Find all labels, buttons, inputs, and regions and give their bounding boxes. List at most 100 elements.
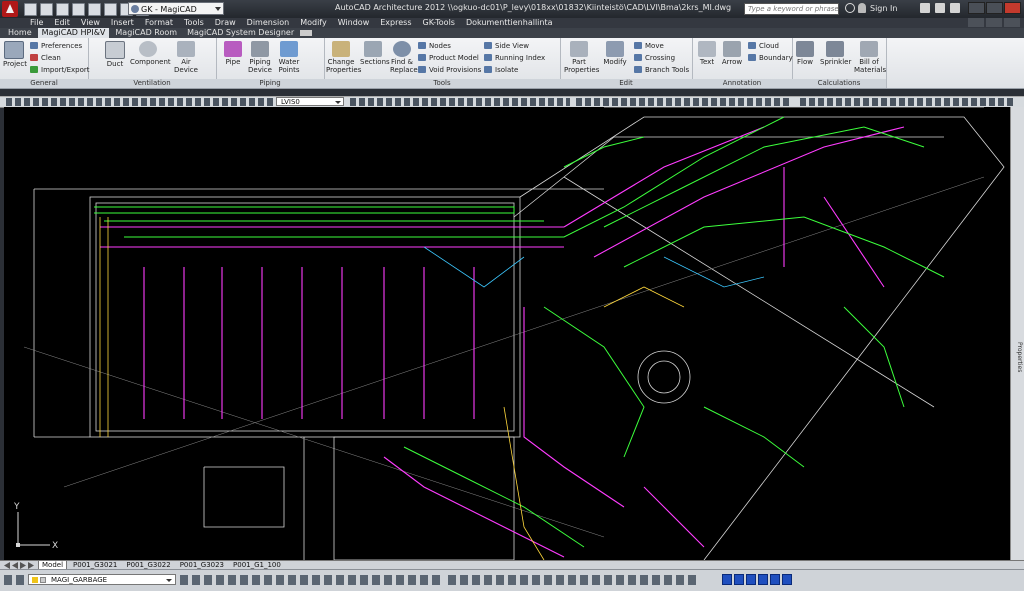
new-icon[interactable] <box>24 3 37 16</box>
text-button[interactable]: Text <box>696 41 718 66</box>
modify-button[interactable]: Modify <box>600 41 630 66</box>
open-icon[interactable] <box>40 3 53 16</box>
part-properties-button[interactable]: Part Properties <box>564 41 599 74</box>
menu-format[interactable]: Format <box>145 18 173 28</box>
tab-magicad-room[interactable]: MagiCAD Room <box>111 28 181 38</box>
crossing-button[interactable]: Crossing <box>634 54 675 63</box>
doc-close-button[interactable] <box>1004 18 1020 27</box>
import-export-button[interactable]: Import/Export <box>30 66 90 75</box>
ribbon-minimize-icon[interactable] <box>300 30 313 36</box>
preferences-button[interactable]: Preferences <box>30 42 82 51</box>
clean-button[interactable]: Clean <box>30 54 61 63</box>
autocad-logo-icon[interactable] <box>2 1 18 17</box>
water-points-icon <box>280 41 298 57</box>
object-tools[interactable] <box>800 98 1016 106</box>
menu-dimension[interactable]: Dimension <box>247 18 290 28</box>
first-layout-icon[interactable] <box>4 562 10 569</box>
product-model-button[interactable]: Product Model <box>418 54 479 63</box>
layer-tools[interactable] <box>180 575 440 585</box>
last-layout-icon[interactable] <box>28 562 34 569</box>
dimension-tools[interactable] <box>6 98 274 106</box>
magicad-k-icon[interactable] <box>746 574 756 585</box>
sign-in-link[interactable]: Sign In <box>870 4 897 13</box>
status-tools-left[interactable] <box>4 575 24 585</box>
minimize-button[interactable] <box>968 2 985 14</box>
magicad-refresh-icon[interactable] <box>770 574 780 585</box>
side-view-label: Side View <box>495 42 529 50</box>
bill-of-materials-button[interactable]: Bill of Materials <box>854 41 886 74</box>
find-replace-button[interactable]: Find & Replace <box>390 41 418 74</box>
boundary-button[interactable]: Boundary <box>748 54 793 63</box>
drawing-canvas[interactable]: Y X <box>4 107 1010 560</box>
exchange-icon[interactable] <box>920 3 930 13</box>
air-device-button[interactable]: Air Device <box>170 41 202 74</box>
menu-insert[interactable]: Insert <box>111 18 134 28</box>
product-model-icon <box>418 54 426 61</box>
object-snap-tools[interactable] <box>448 575 698 585</box>
undo-icon[interactable] <box>104 3 117 16</box>
piping-device-button[interactable]: Piping Device <box>246 41 274 74</box>
magicad-h-icon[interactable] <box>722 574 732 585</box>
menu-modify[interactable]: Modify <box>300 18 327 28</box>
branch-tools-button[interactable]: Branch Tools <box>634 66 689 75</box>
move-button[interactable]: Move <box>634 42 664 51</box>
menu-express[interactable]: Express <box>380 18 411 28</box>
tab-magicad-hpiv[interactable]: MagiCAD HPI&V <box>37 28 110 38</box>
prev-layout-icon[interactable] <box>12 562 18 569</box>
help-dropdown-icon[interactable] <box>950 3 960 13</box>
help-icon[interactable] <box>935 3 945 13</box>
save-icon[interactable] <box>56 3 69 16</box>
next-layout-icon[interactable] <box>20 562 26 569</box>
workspace-label: GK - MagiCAD <box>141 5 197 14</box>
water-points-button[interactable]: Water Points <box>276 41 302 74</box>
menu-dokumenttienhallinta[interactable]: Dokumenttienhallinta <box>466 18 553 28</box>
properties-palette[interactable]: Properties <box>1010 107 1024 560</box>
nodes-button[interactable]: Nodes <box>418 42 451 51</box>
save-as-icon[interactable] <box>72 3 85 16</box>
menu-window[interactable]: Window <box>338 18 370 28</box>
isolate-button[interactable]: Isolate <box>484 66 518 75</box>
maximize-button[interactable] <box>986 2 1003 14</box>
change-properties-label: Change Properties <box>326 58 362 74</box>
menu-draw[interactable]: Draw <box>215 18 236 28</box>
component-button[interactable]: Component <box>130 41 171 66</box>
menu-file[interactable]: File <box>30 18 43 28</box>
flow-button[interactable]: Flow <box>794 41 816 66</box>
clean-icon <box>30 54 38 61</box>
doc-minimize-button[interactable] <box>968 18 984 27</box>
close-button[interactable] <box>1004 2 1021 14</box>
change-properties-button[interactable]: Change Properties <box>326 41 361 74</box>
branch-tools-icon <box>634 66 642 73</box>
draw-tools[interactable] <box>576 98 791 106</box>
menu-edit[interactable]: Edit <box>54 18 70 28</box>
tab-home[interactable]: Home <box>4 28 36 38</box>
search-input[interactable] <box>744 3 839 15</box>
magicad-c-icon[interactable] <box>758 574 768 585</box>
magicad-settings-icon[interactable] <box>782 574 792 585</box>
project-button[interactable]: Project <box>3 41 27 68</box>
arrow-button[interactable]: Arrow <box>720 41 744 66</box>
running-index-button[interactable]: Running Index <box>484 54 545 63</box>
plot-icon[interactable] <box>88 3 101 16</box>
sections-button[interactable]: Sections <box>360 41 390 66</box>
void-provisions-button[interactable]: Void Provisions <box>418 66 481 75</box>
panel-ventilation: Duct Component Air Device Ventilation <box>88 38 217 88</box>
tab-magicad-system-designer[interactable]: MagiCAD System Designer <box>183 28 298 38</box>
panel-piping: Pipe Piping Device Water Points Piping <box>216 38 325 88</box>
pipe-button[interactable]: Pipe <box>222 41 244 66</box>
layer-combo[interactable]: LVIS0 <box>276 97 344 106</box>
duct-button[interactable]: Duct <box>104 41 126 68</box>
layer-dropdown[interactable]: MAGI_GARBAGE <box>28 574 176 585</box>
menu-gk-tools[interactable]: GK-Tools <box>423 18 455 28</box>
menu-tools[interactable]: Tools <box>184 18 204 28</box>
doc-restore-button[interactable] <box>986 18 1002 27</box>
modify-tools[interactable] <box>350 98 570 106</box>
side-view-button[interactable]: Side View <box>484 42 529 51</box>
cloud-button[interactable]: Cloud <box>748 42 779 51</box>
search-icon[interactable] <box>845 3 855 13</box>
magicad-h2-icon[interactable] <box>734 574 744 585</box>
sprinkler-button[interactable]: Sprinkler <box>820 41 851 66</box>
menu-view[interactable]: View <box>81 18 100 28</box>
piping-device-icon <box>251 41 269 57</box>
workspace-selector[interactable]: GK - MagiCAD <box>128 2 224 15</box>
